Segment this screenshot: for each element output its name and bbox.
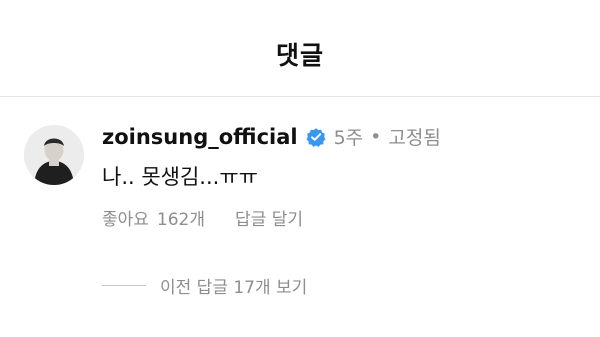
reply-button[interactable]: 답글 달기 xyxy=(235,205,303,230)
comments-screen: 댓글 zoinsung_official 5주 • 고정됨 나.. 못생김...… xyxy=(0,0,600,337)
page-title: 댓글 xyxy=(275,41,324,70)
comment-actions: 좋아요 162개 답글 달기 xyxy=(102,205,303,230)
comments-header: 댓글 xyxy=(0,0,600,97)
view-replies-label: 이전 답글 17개 보기 xyxy=(160,278,308,298)
pinned-label: 고정됨 xyxy=(388,127,441,149)
view-replies-button[interactable]: 이전 답글 17개 보기 xyxy=(102,273,307,298)
comment-text: 나.. 못생김...ㅠㅠ xyxy=(102,165,258,189)
verified-badge-icon xyxy=(306,127,326,147)
likes-count-button[interactable]: 좋아요 162개 xyxy=(102,205,205,230)
comment-time: 5주 xyxy=(333,127,364,149)
avatar[interactable] xyxy=(24,125,84,185)
meta-separator: • xyxy=(370,125,382,148)
likes-label: 좋아요 xyxy=(102,210,149,230)
comment-header: zoinsung_official 5주 • 고정됨 xyxy=(102,123,441,150)
avatar-image-icon xyxy=(24,125,84,185)
likes-count: 162개 xyxy=(156,210,206,230)
username-link[interactable]: zoinsung_official xyxy=(102,125,298,149)
replies-divider-line xyxy=(102,285,146,286)
comment-item: zoinsung_official 5주 • 고정됨 나.. 못생김...ㅠㅠ … xyxy=(0,97,600,337)
